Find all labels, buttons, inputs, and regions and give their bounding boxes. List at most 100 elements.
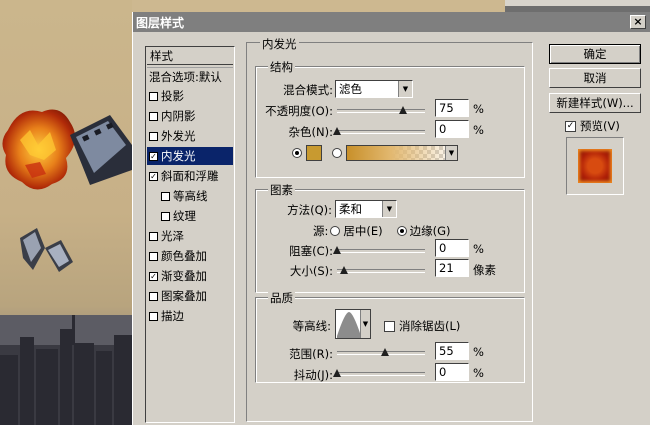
range-label: 范围(R):	[289, 347, 333, 361]
noise-input[interactable]: 0	[435, 120, 469, 138]
opacity-slider-thumb[interactable]	[399, 106, 407, 114]
style-item-checkbox[interactable]: ✓	[149, 271, 158, 281]
jitter-slider[interactable]	[333, 369, 425, 377]
style-item-checkbox[interactable]	[149, 311, 158, 321]
style-item-label: 颜色叠加	[161, 249, 207, 263]
solid-color-radio[interactable]	[292, 148, 302, 158]
source-center-radio[interactable]	[330, 226, 341, 236]
jitter-slider-thumb[interactable]	[333, 369, 341, 377]
choke-slider-thumb[interactable]	[333, 246, 341, 254]
range-slider[interactable]	[337, 348, 425, 356]
style-item[interactable]: 等高线	[147, 187, 233, 205]
source-row: 源: 居中(E) 边缘(G)	[313, 223, 451, 239]
anti-alias-checkbox[interactable]	[384, 320, 395, 332]
dropdown-arrow-icon: ▼	[382, 201, 396, 217]
opacity-slider[interactable]	[337, 106, 425, 114]
style-item-label: 图案叠加	[161, 289, 207, 303]
size-slider-thumb[interactable]	[340, 266, 349, 274]
style-item[interactable]: 内阴影	[147, 107, 233, 125]
dialog-title: 图层样式	[136, 15, 185, 30]
noise-slider-thumb[interactable]	[333, 127, 341, 135]
size-slider[interactable]	[337, 266, 425, 274]
style-item-checkbox[interactable]	[149, 251, 158, 261]
blend-mode-select[interactable]: 滤色 ▼	[335, 80, 413, 98]
anti-alias-label: 消除锯齿(L)	[399, 319, 461, 333]
noise-slider[interactable]	[333, 127, 425, 135]
style-item-checkbox[interactable]: ✓	[149, 171, 158, 181]
style-item-checkbox[interactable]	[149, 291, 158, 301]
size-input[interactable]: 21	[435, 259, 469, 277]
style-item[interactable]: ✓ 渐变叠加	[147, 267, 233, 285]
style-item[interactable]: 图案叠加	[147, 287, 233, 305]
method-label: 方法(Q):	[287, 203, 332, 217]
close-button[interactable]: ×	[630, 15, 646, 29]
preview-checkbox[interactable]: ✓	[565, 120, 576, 132]
choke-slider[interactable]	[333, 246, 425, 254]
blend-mode-value: 滤色	[339, 82, 362, 96]
quality-title: 品质	[268, 290, 295, 306]
range-input[interactable]: 55	[435, 342, 469, 360]
cancel-button[interactable]: 取消	[549, 68, 641, 88]
style-item-checkbox[interactable]	[161, 191, 170, 201]
size-label: 大小(S):	[289, 264, 333, 278]
style-item-checkbox[interactable]	[149, 111, 158, 121]
style-item[interactable]: 投影	[147, 87, 233, 105]
gradient-dropdown-arrow-icon: ▼	[445, 146, 457, 160]
style-item-checkbox[interactable]	[149, 231, 158, 241]
source-center-label: 居中(E)	[343, 224, 383, 238]
noise-label: 杂色(N):	[288, 125, 333, 139]
technique-value: 柔和	[339, 202, 362, 216]
style-item[interactable]: 描边	[147, 307, 233, 325]
style-item[interactable]: ✓ 内发光	[147, 147, 233, 165]
ok-button[interactable]: 确定	[549, 44, 641, 64]
glow-color-swatch[interactable]	[306, 145, 322, 161]
style-item[interactable]: 纹理	[147, 207, 233, 225]
anti-alias-row: 消除锯齿(L)	[384, 318, 460, 334]
style-item[interactable]: 光泽	[147, 227, 233, 245]
panel-title: 内发光	[260, 36, 299, 52]
style-item-checkbox[interactable]	[149, 131, 158, 141]
contour-picker[interactable]: ▼	[335, 309, 371, 339]
styles-header[interactable]: 样式	[147, 47, 233, 65]
style-item-label: 渐变叠加	[161, 269, 207, 283]
style-item-checkbox[interactable]	[161, 211, 170, 221]
background-photo-top	[132, 0, 505, 12]
styles-list: 样式 混合选项:默认 投影 内阴影 外发光 ✓ 内发光 ✓ 斜面和浮雕 等高线 纹理 光泽 颜色叠加 ✓…	[145, 46, 235, 423]
dropdown-arrow-icon: ▼	[398, 81, 412, 97]
jitter-input[interactable]: 0	[435, 363, 469, 381]
preview-row: ✓ 预览(V)	[565, 118, 620, 134]
source-edge-radio[interactable]	[396, 226, 407, 236]
style-item-label: 纹理	[173, 209, 196, 223]
source-edge-label: 边缘(G)	[409, 224, 451, 238]
gradient-picker[interactable]: ▼	[346, 145, 458, 161]
dialog-titlebar[interactable]: 图层样式 ×	[133, 12, 650, 32]
style-item[interactable]: 颜色叠加	[147, 247, 233, 265]
style-item-label: 混合选项:默认	[149, 69, 222, 84]
style-preview	[566, 137, 624, 195]
technique-select[interactable]: 柔和 ▼	[335, 200, 397, 218]
structure-title: 结构	[268, 59, 295, 75]
style-item-checkbox[interactable]	[149, 91, 158, 101]
style-item-label: 投影	[161, 89, 184, 103]
style-item-label: 外发光	[161, 129, 196, 143]
choke-label: 阻塞(C):	[289, 244, 333, 258]
opacity-input[interactable]: 75	[435, 99, 469, 117]
style-item[interactable]: ✓ 斜面和浮雕	[147, 167, 233, 185]
style-item-label: 斜面和浮雕	[161, 169, 219, 183]
preview-label: 预览(V)	[580, 119, 620, 133]
film-strip-image	[70, 115, 132, 185]
choke-input[interactable]: 0	[435, 239, 469, 257]
noise-unit: %	[473, 123, 484, 137]
jitter-unit: %	[473, 366, 484, 380]
contour-preview-icon	[337, 312, 361, 338]
fire-image	[2, 109, 76, 190]
color-mode-row: ▼	[292, 145, 458, 161]
style-item[interactable]: 混合选项:默认	[147, 67, 233, 85]
style-item-label: 光泽	[161, 229, 184, 243]
contour-label: 等高线:	[292, 319, 331, 333]
style-item-checkbox[interactable]: ✓	[149, 151, 158, 161]
range-slider-thumb[interactable]	[381, 348, 390, 356]
gradient-radio[interactable]	[332, 148, 342, 158]
new-style-button[interactable]: 新建样式(W)...	[549, 93, 641, 113]
style-item[interactable]: 外发光	[147, 127, 233, 145]
